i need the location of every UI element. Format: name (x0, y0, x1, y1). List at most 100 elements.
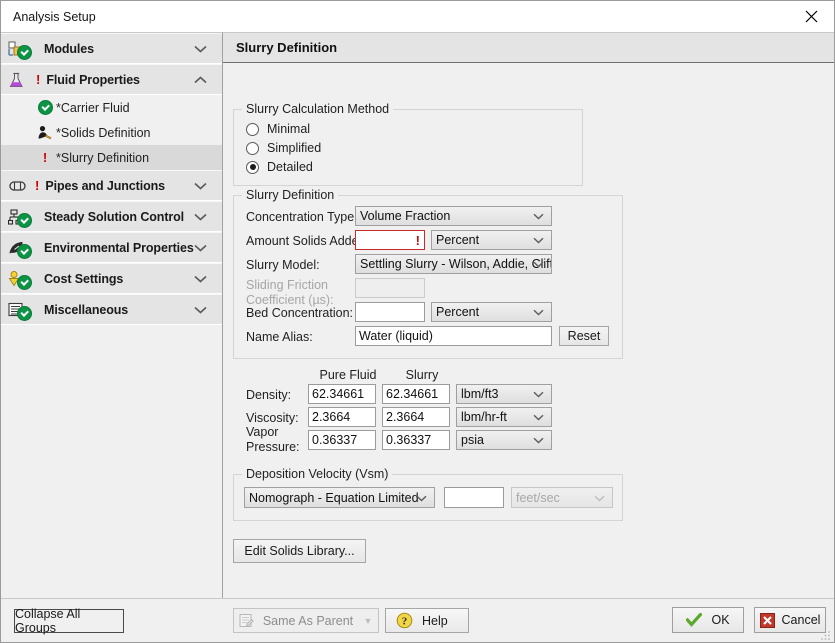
deposition-velocity-group: Deposition Velocity (Vsm) Nomograph - Eq… (233, 474, 623, 521)
concentration-type-value: Volume Fraction (360, 209, 450, 223)
radio-label: Detailed (267, 160, 313, 174)
dialog-content: Modules ! Fluid Proper (1, 32, 834, 598)
chevron-down-icon (533, 257, 544, 271)
cancel-button[interactable]: Cancel (754, 607, 826, 633)
density-pure-fluid-input[interactable]: 62.34661 (308, 384, 376, 404)
chevron-down-icon (533, 387, 544, 401)
name-alias-label: Name Alias: (246, 330, 313, 344)
help-button[interactable]: ? Help (385, 608, 469, 633)
sidebar-item-label: Modules (44, 42, 94, 56)
radio-label: Simplified (267, 141, 321, 155)
bed-concentration-unit-select[interactable]: Percent (431, 302, 552, 322)
radio-icon[interactable] (246, 123, 259, 136)
viscosity-pure-fluid-input[interactable]: 2.3664 (308, 407, 376, 427)
close-icon[interactable] (788, 1, 834, 32)
slurry-definition-group: Slurry Definition Concentration Type: Vo… (233, 195, 623, 359)
sidebar-item-pipes-and-junctions[interactable]: ! Pipes and Junctions (1, 170, 222, 201)
viscosity-slurry-value: 2.3664 (386, 410, 424, 424)
sidebar-item-solids-definition[interactable]: *Solids Definition (1, 120, 222, 145)
fluid-properties-subitems: *Carrier Fluid *Solids Definition ! (1, 95, 222, 170)
analysis-setup-dialog: Analysis Setup (0, 0, 835, 643)
chevron-down-icon[interactable] (194, 179, 207, 193)
collapse-all-groups-button[interactable]: Collapse All Groups (14, 609, 124, 633)
reset-button-label: Reset (568, 329, 601, 343)
reset-button[interactable]: Reset (559, 326, 609, 346)
amount-solids-added-unit-select[interactable]: Percent (431, 230, 552, 250)
chevron-down-icon[interactable] (194, 272, 207, 286)
vapor-pressure-slurry-value: 0.36337 (386, 433, 431, 447)
slurry-model-select[interactable]: Settling Slurry - Wilson, Addie, Clift (355, 254, 552, 274)
vapor-pressure-label-line1: Vapor (246, 425, 278, 439)
chevron-down-icon[interactable] (194, 241, 207, 255)
vapor-pressure-unit-select[interactable]: psia (456, 430, 552, 450)
status-check-icon (18, 46, 31, 59)
density-unit-select[interactable]: lbm/ft3 (456, 384, 552, 404)
sidebar-item-slurry-definition[interactable]: ! *Slurry Definition (1, 145, 222, 170)
chevron-down-icon (533, 209, 544, 223)
bed-concentration-input[interactable] (355, 302, 425, 322)
viscosity-slurry-input[interactable]: 2.3664 (382, 407, 450, 427)
resize-grip[interactable] (819, 628, 831, 640)
density-slurry-value: 62.34661 (386, 387, 438, 401)
edit-solids-library-label: Edit Solids Library... (244, 544, 354, 558)
ok-button[interactable]: OK (672, 607, 744, 633)
svg-text:?: ? (402, 615, 408, 627)
chevron-down-icon (533, 305, 544, 319)
vapor-pressure-pure-fluid-input[interactable]: 0.36337 (308, 430, 376, 450)
chevron-up-icon[interactable] (194, 73, 207, 87)
page-title: Slurry Definition (236, 40, 337, 55)
chevron-down-icon[interactable] (194, 303, 207, 317)
help-label: Help (422, 614, 448, 628)
radio-detailed[interactable]: Detailed (246, 160, 313, 174)
chevron-down-icon[interactable] (194, 210, 207, 224)
solids-icon (37, 125, 53, 141)
same-as-parent-label: Same As Parent (258, 614, 358, 628)
panel-header: Slurry Definition (223, 33, 834, 63)
pure-fluid-column-header: Pure Fluid (308, 368, 388, 382)
sidebar-subitem-label: *Slurry Definition (56, 151, 149, 165)
sidebar-item-cost-settings[interactable]: Cost Settings (1, 263, 222, 294)
deposition-velocity-method-select[interactable]: Nomograph - Equation Limited (244, 487, 435, 508)
amount-solids-added-input[interactable]: ! (355, 230, 425, 250)
sidebar-item-fluid-properties[interactable]: ! Fluid Properties (1, 64, 222, 95)
name-alias-input[interactable]: Water (liquid) (355, 326, 552, 346)
sidebar-item-label: Fluid Properties (46, 73, 140, 87)
chevron-down-icon[interactable]: ▼ (358, 616, 378, 626)
radio-simplified[interactable]: Simplified (246, 141, 321, 155)
radio-minimal[interactable]: Minimal (246, 122, 310, 136)
sidebar-item-modules[interactable]: Modules (1, 33, 222, 64)
slurry-calculation-method-group: Slurry Calculation Method Minimal Simpli… (233, 109, 583, 186)
edit-note-icon (234, 613, 258, 628)
sidebar-item-carrier-fluid[interactable]: *Carrier Fluid (1, 95, 222, 120)
same-as-parent-dropdown[interactable]: Same As Parent ▼ (233, 608, 379, 633)
close-x-icon (760, 613, 775, 628)
sidebar-item-environmental-properties[interactable]: Environmental Properties (1, 232, 222, 263)
concentration-type-select[interactable]: Volume Fraction (355, 206, 552, 226)
radio-icon[interactable] (246, 142, 259, 155)
validation-error-icon: ! (416, 233, 420, 248)
list-icon (8, 300, 38, 320)
edit-solids-library-button[interactable]: Edit Solids Library... (233, 539, 366, 563)
vapor-pressure-label-line2: Pressure: (246, 440, 300, 454)
navigation-sidebar: Modules ! Fluid Proper (1, 32, 223, 598)
sidebar-item-label: Environmental Properties (44, 241, 194, 255)
viscosity-label: Viscosity: (246, 411, 299, 425)
sliding-friction-input (355, 278, 425, 298)
sidebar-item-steady-solution-control[interactable]: Steady Solution Control (1, 201, 222, 232)
main-panel: Slurry Definition Slurry Calculation Met… (223, 32, 834, 598)
sliding-friction-label-line2: Coefficient (µs): (246, 293, 334, 307)
collapse-all-groups-label: Collapse All Groups (15, 607, 123, 635)
radio-icon[interactable] (246, 161, 259, 174)
sidebar-item-miscellaneous[interactable]: Miscellaneous (1, 294, 222, 325)
viscosity-unit-select[interactable]: lbm/hr-ft (456, 407, 552, 427)
chevron-down-icon[interactable] (194, 42, 207, 56)
slurry-column-header: Slurry (382, 368, 462, 382)
concentration-type-label: Concentration Type: (246, 210, 358, 224)
deposition-velocity-input[interactable] (444, 487, 504, 508)
density-slurry-input[interactable]: 62.34661 (382, 384, 450, 404)
vapor-pressure-slurry-input[interactable]: 0.36337 (382, 430, 450, 450)
viscosity-pure-fluid-value: 2.3664 (312, 410, 350, 424)
solution-icon (8, 207, 38, 227)
group-title: Deposition Velocity (Vsm) (242, 467, 392, 481)
radio-label: Minimal (267, 122, 310, 136)
